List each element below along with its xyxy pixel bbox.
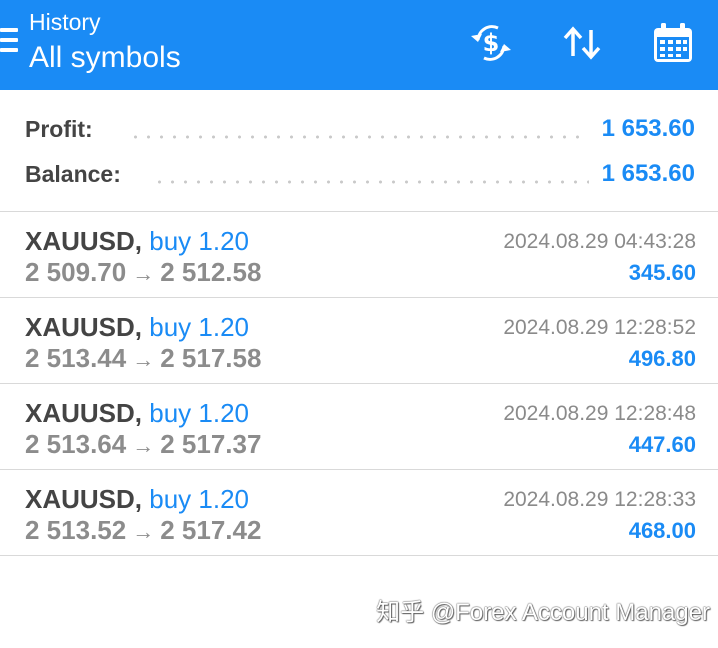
trade-header: XAUUSD, buy 1.20 — [25, 484, 249, 514]
trade-time: 2024.08.29 04:43:28 — [503, 230, 696, 253]
trade-row[interactable]: XAUUSD, buy 1.20 2024.08.29 12:28:52 2 5… — [0, 298, 718, 384]
open-price: 2 513.64 — [25, 429, 127, 459]
trade-header: XAUUSD, buy 1.20 — [25, 312, 249, 342]
trade-list: XAUUSD, buy 1.20 2024.08.29 04:43:28 2 5… — [0, 212, 718, 556]
trade-symbol: XAUUSD — [25, 398, 135, 428]
open-price: 2 513.44 — [25, 343, 127, 373]
trade-row[interactable]: XAUUSD, buy 1.20 2024.08.29 12:28:48 2 5… — [0, 384, 718, 470]
profit-label: Profit: — [25, 116, 93, 142]
arrow-right-icon: → — [132, 261, 155, 286]
balance-row: Balance: 1 653.60 — [25, 159, 695, 189]
trade-profit: 468.00 — [628, 518, 696, 543]
currency-exchange-icon[interactable]: $ — [468, 20, 514, 66]
close-price: 2 512.58 — [160, 257, 262, 287]
close-price: 2 517.37 — [160, 429, 262, 459]
arrow-right-icon: → — [132, 433, 155, 458]
sort-icon[interactable] — [560, 20, 606, 66]
trade-symbol: XAUUSD — [25, 312, 135, 342]
profit-row: Profit: 1 653.60 — [25, 114, 695, 144]
dotted-leader — [129, 135, 589, 139]
divider — [0, 555, 718, 556]
close-price: 2 517.42 — [160, 515, 262, 545]
close-price: 2 517.58 — [160, 343, 262, 373]
trade-prices: 2 513.64 → 2 517.37 — [25, 429, 261, 461]
trade-separator: , — [134, 484, 143, 514]
trade-prices: 2 513.44 → 2 517.58 — [25, 343, 261, 375]
arrow-right-icon: → — [132, 347, 155, 372]
trade-time: 2024.08.29 12:28:48 — [503, 402, 696, 425]
trade-type: buy 1.20 — [149, 226, 250, 256]
trade-row[interactable]: XAUUSD, buy 1.20 2024.08.29 12:28:33 2 5… — [0, 470, 718, 556]
trade-separator: , — [134, 226, 143, 256]
trade-prices: 2 509.70 → 2 512.58 — [25, 257, 261, 289]
trade-profit: 447.60 — [628, 432, 696, 457]
watermark: 知乎 @Forex Account Manager — [376, 599, 710, 626]
page-title[interactable]: All symbols — [29, 40, 181, 76]
svg-text:$: $ — [483, 29, 500, 57]
trade-profit: 496.80 — [628, 346, 696, 371]
balance-label: Balance: — [25, 161, 121, 187]
summary-panel: Profit: 1 653.60 Balance: 1 653.60 — [0, 90, 718, 211]
trade-profit: 345.60 — [628, 260, 696, 285]
trade-symbol: XAUUSD — [25, 226, 135, 256]
trade-type: buy 1.20 — [149, 312, 250, 342]
trade-header: XAUUSD, buy 1.20 — [25, 398, 249, 428]
trade-time: 2024.08.29 12:28:33 — [503, 488, 696, 511]
trade-prices: 2 513.52 → 2 517.42 — [25, 515, 261, 547]
trade-time: 2024.08.29 12:28:52 — [503, 316, 696, 339]
arrow-right-icon: → — [132, 519, 155, 544]
trade-type: buy 1.20 — [149, 398, 250, 428]
menu-icon[interactable] — [0, 28, 18, 52]
trade-separator: , — [134, 398, 143, 428]
trade-symbol: XAUUSD — [25, 484, 135, 514]
trade-header: XAUUSD, buy 1.20 — [25, 226, 249, 256]
open-price: 2 513.52 — [25, 515, 127, 545]
profit-value: 1 653.60 — [601, 115, 695, 142]
trade-type: buy 1.20 — [149, 484, 250, 514]
app-header: History All symbols $ — [0, 0, 718, 90]
trade-separator: , — [134, 312, 143, 342]
dotted-leader — [153, 180, 589, 184]
balance-value: 1 653.60 — [601, 160, 695, 187]
header-subtitle: History — [29, 9, 101, 35]
open-price: 2 509.70 — [25, 257, 127, 287]
trade-row[interactable]: XAUUSD, buy 1.20 2024.08.29 04:43:28 2 5… — [0, 212, 718, 298]
calendar-icon[interactable] — [650, 20, 696, 66]
